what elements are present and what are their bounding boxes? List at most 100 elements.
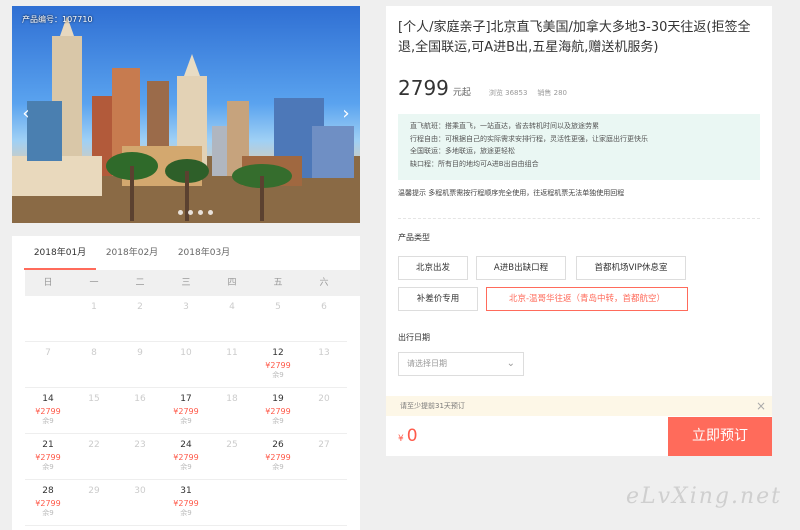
day-number: 22	[88, 440, 100, 450]
day-price: ¥2799	[35, 407, 61, 416]
day-number: 10	[180, 348, 192, 358]
gallery-dot[interactable]	[188, 210, 193, 215]
feature-line: 直飞航班：搭乘直飞，一站直达，省去转机时间以及旅途劳累	[410, 122, 599, 130]
weekday-label: 日	[43, 278, 53, 288]
gallery-dot[interactable]	[208, 210, 213, 215]
calendar-day: 6	[301, 296, 347, 342]
calendar-day: 8	[71, 342, 117, 388]
day-price: ¥2799	[35, 453, 61, 462]
gallery-dot[interactable]	[198, 210, 203, 215]
calendar-day: 22	[71, 434, 117, 480]
warm-tip: 温馨提示 多程机票需按行程顺序完全使用，往返程机票无法单独使用回程	[398, 189, 625, 197]
day-stock: 余9	[272, 371, 284, 379]
divider	[398, 218, 760, 219]
view-count: 浏览 36853	[488, 89, 528, 97]
feature-info-box: 直飞航班：搭乘直飞，一站直达，省去转机时间以及旅途劳累 行程自由：可根据自己的实…	[398, 114, 760, 180]
chevron-down-icon: ⌄	[506, 358, 515, 369]
total-price: ¥ 0	[398, 426, 418, 446]
date-select-placeholder: 请选择日期	[407, 359, 447, 368]
tab-month-2[interactable]: 2018年02月	[96, 236, 168, 270]
product-gallery[interactable]: 产品编号：107710 ‹ ›	[12, 6, 360, 223]
calendar-day: 4	[209, 296, 255, 342]
calendar-day[interactable]: 26 ¥2799 余9	[255, 434, 301, 480]
gallery-next-arrow-icon[interactable]: ›	[338, 102, 354, 126]
day-number: 24	[180, 440, 192, 450]
calendar-day[interactable]: 17 ¥2799 余9	[163, 388, 209, 434]
day-number: 6	[321, 302, 327, 312]
day-stock: 余9	[180, 509, 192, 517]
type-option-price-difference[interactable]: 补差价专用	[398, 287, 478, 311]
day-number: 28	[42, 486, 54, 496]
calendar-day: 7	[25, 342, 71, 388]
calendar-day	[209, 480, 255, 526]
calendar-day[interactable]: 28 ¥2799 余9	[25, 480, 71, 526]
calendar-day: 29	[71, 480, 117, 526]
calendar-day: 30	[117, 480, 163, 526]
calendar-day: 9	[117, 342, 163, 388]
gallery-dot[interactable]	[178, 210, 183, 215]
calendar-day	[301, 480, 347, 526]
close-icon[interactable]: ×	[756, 396, 766, 416]
calendar-day	[255, 480, 301, 526]
calendar-day: 5	[255, 296, 301, 342]
calendar-day: 13	[301, 342, 347, 388]
total-amount: 0	[406, 426, 418, 446]
calendar-day: 2	[117, 296, 163, 342]
day-number: 5	[275, 302, 281, 312]
calendar-day	[25, 296, 71, 342]
day-price: ¥2799	[35, 499, 61, 508]
day-stock: 余9	[42, 417, 54, 425]
calendar-day: 23	[117, 434, 163, 480]
day-number: 21	[42, 440, 54, 450]
type-option-beijing-departure[interactable]: 北京出发	[398, 256, 468, 280]
date-select[interactable]: 请选择日期 ⌄	[398, 352, 524, 376]
tab-month-1[interactable]: 2018年01月	[24, 236, 96, 270]
weekday-label: 一	[89, 278, 99, 288]
currency-symbol: ¥	[398, 434, 404, 444]
day-stock: 余9	[42, 509, 54, 517]
tab-month-3[interactable]: 2018年03月	[168, 236, 240, 270]
weekday-label: 四	[227, 278, 237, 288]
sales-count: 销售 280	[537, 89, 568, 97]
calendar-day[interactable]: 12 ¥2799 余9	[255, 342, 301, 388]
travel-date-label: 出行日期	[398, 333, 430, 342]
calendar-day[interactable]: 31 ¥2799 余9	[163, 480, 209, 526]
price-calendar: 2018年01月 2018年02月 2018年03月 日 一 二 三 四 五 六…	[12, 236, 360, 530]
day-number: 13	[318, 348, 330, 358]
product-title: [个人/家庭亲子]北京直飞美国/加拿大多地3-30天往返(拒签全退,全国联运,可…	[398, 20, 751, 55]
day-number: 23	[134, 440, 146, 450]
day-number: 29	[88, 486, 100, 496]
day-stock: 余9	[272, 463, 284, 471]
day-number: 14	[42, 394, 54, 404]
site-watermark: eLvXing.net	[625, 484, 782, 509]
calendar-day[interactable]: 24 ¥2799 余9	[163, 434, 209, 480]
calendar-day: 11	[209, 342, 255, 388]
day-stock: 余9	[180, 417, 192, 425]
day-number: 8	[91, 348, 97, 358]
day-number: 1	[91, 302, 97, 312]
feature-line: 缺口程：所有目的地均可A进B出自由组合	[410, 159, 539, 168]
calendar-day[interactable]: 19 ¥2799 余9	[255, 388, 301, 434]
day-price: ¥2799	[265, 361, 291, 370]
calendar-day[interactable]: 14 ¥2799 余9	[25, 388, 71, 434]
city-skyline-image	[12, 16, 360, 223]
notice-text: 请至少提前31天预订	[400, 402, 465, 410]
day-number: 30	[134, 486, 146, 496]
calendar-day: 20	[301, 388, 347, 434]
day-number: 20	[318, 394, 330, 404]
day-number: 27	[318, 440, 330, 450]
day-price: ¥2799	[265, 453, 291, 462]
day-price: ¥2799	[173, 453, 199, 462]
calendar-grid: 1 2 3 4 5 6 7 8 9 10 11 12 ¥2799 余9 13 14 ¥2799 余9 15 16 17 ¥…	[25, 296, 360, 526]
day-number: 26	[272, 440, 284, 450]
feature-line: 行程自由：可根据自己的实际需求安排行程，灵活性更强，让家庭出行更快乐	[410, 134, 648, 143]
book-now-button[interactable]: 立即预订	[668, 417, 772, 456]
type-option-beijing-vancouver[interactable]: 北京-温哥华往返（青岛中转，首都航空）	[486, 287, 688, 311]
type-option-open-jaw[interactable]: A进B出缺口程	[476, 256, 566, 280]
gallery-prev-arrow-icon[interactable]: ‹	[18, 102, 34, 126]
calendar-day[interactable]: 21 ¥2799 余9	[25, 434, 71, 480]
type-option-vip-lounge[interactable]: 首都机场VIP休息室	[576, 256, 686, 280]
day-number: 17	[180, 394, 192, 404]
day-number: 11	[226, 348, 238, 358]
calendar-day: 10	[163, 342, 209, 388]
